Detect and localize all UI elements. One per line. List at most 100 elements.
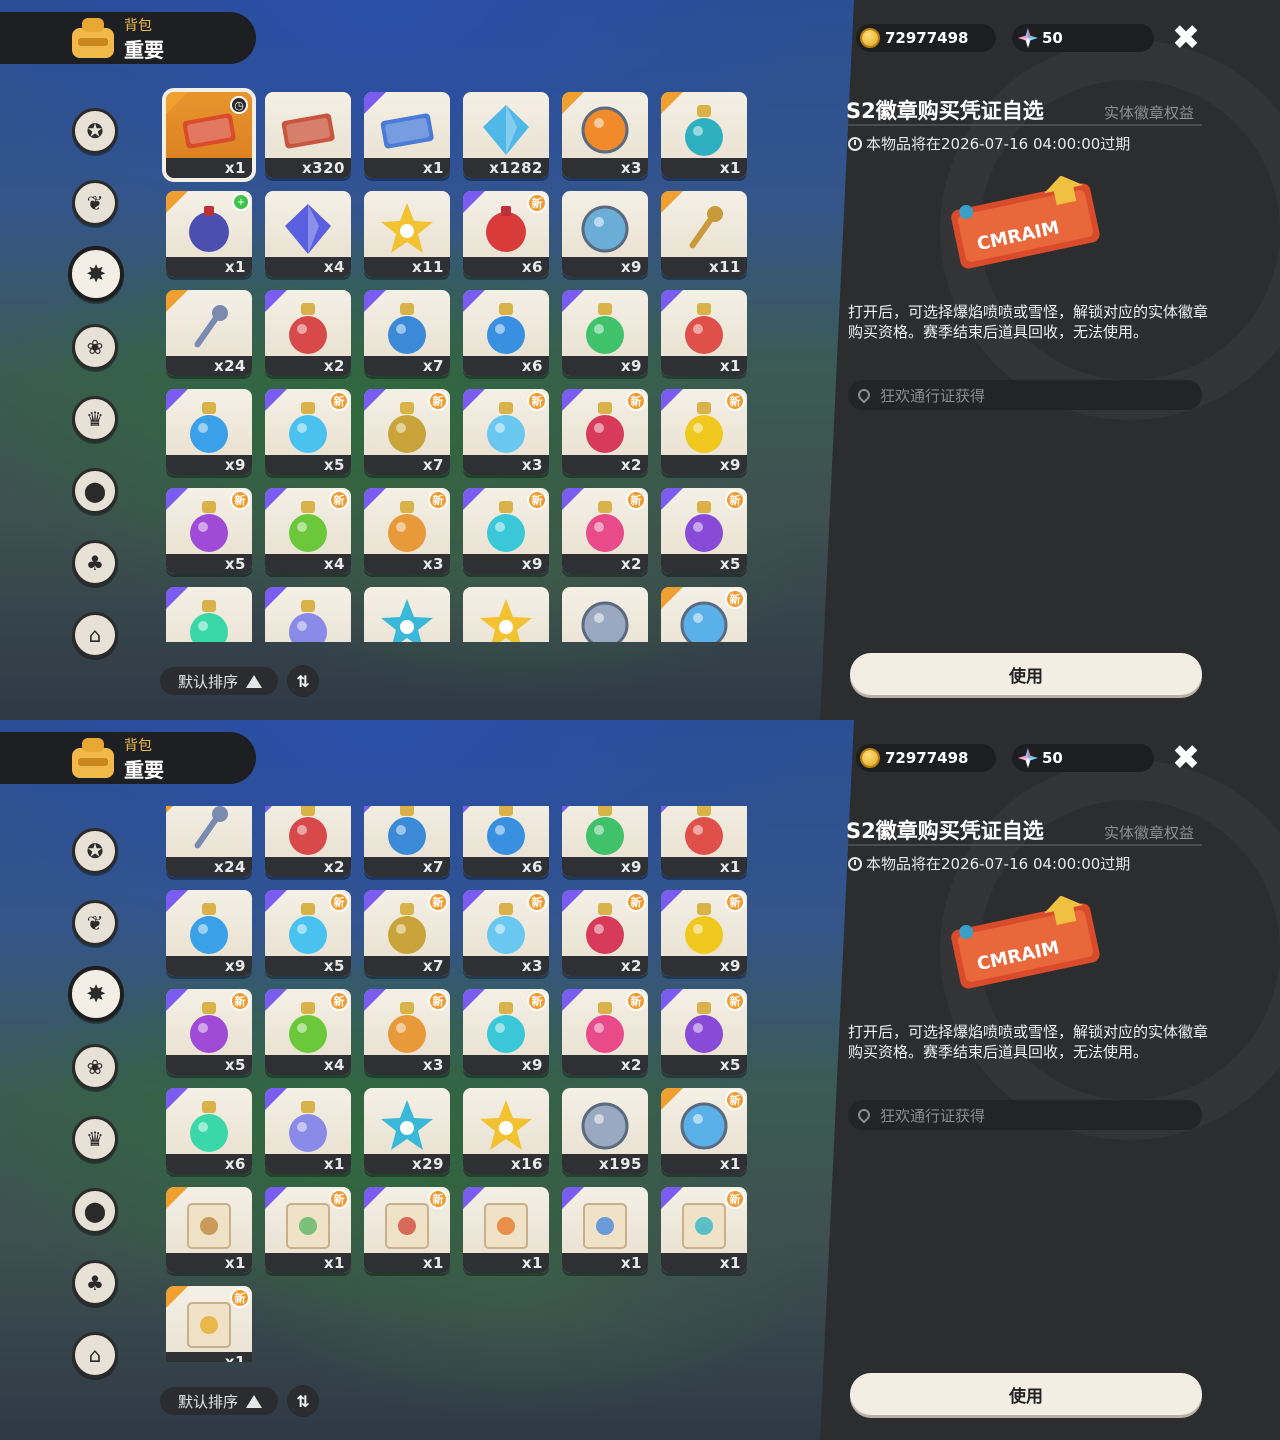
inventory-item[interactable]: x9 新 xyxy=(463,488,549,574)
inventory-item[interactable]: x4 xyxy=(265,191,351,277)
inventory-item[interactable]: x1282 xyxy=(463,92,549,178)
category-important[interactable]: ✸ xyxy=(68,246,124,302)
category-crown-card[interactable]: ♛ xyxy=(72,1116,118,1162)
inventory-item[interactable]: x1 xyxy=(364,92,450,178)
category-leaf[interactable]: ❦ xyxy=(72,900,118,946)
inventory-item[interactable]: x1 xyxy=(265,1088,351,1174)
inventory-item[interactable]: x1 xyxy=(661,806,747,877)
inventory-item[interactable]: x7 新 xyxy=(364,890,450,976)
inventory-item[interactable]: x9 xyxy=(562,290,648,376)
inventory-item[interactable]: x11 xyxy=(364,191,450,277)
inventory-item[interactable]: x2 新 xyxy=(562,989,648,1075)
item-source[interactable]: 狂欢通行证获得 xyxy=(848,1100,1202,1130)
inventory-item[interactable]: x24 xyxy=(166,806,252,877)
use-button[interactable]: 使用 xyxy=(850,653,1202,695)
inventory-item[interactable]: x2 xyxy=(265,290,351,376)
inventory-item[interactable]: x3 xyxy=(562,92,648,178)
item-grid-viewport[interactable]: x1◷x320x1x1282x3x1x1+x4x11x6新x9x11x24x2x… xyxy=(160,86,760,642)
item-source[interactable]: 狂欢通行证获得 xyxy=(848,380,1202,410)
inventory-item[interactable]: x3 新 xyxy=(463,890,549,976)
inventory-item[interactable]: x1 + xyxy=(166,191,252,277)
use-button[interactable]: 使用 xyxy=(850,1373,1202,1415)
inventory-item[interactable]: x2 新 xyxy=(562,389,648,475)
inventory-item[interactable]: x5 新 xyxy=(265,890,351,976)
inventory-item[interactable]: x7 xyxy=(364,806,450,877)
inventory-item[interactable]: x9 新 xyxy=(661,890,747,976)
inventory-item[interactable]: x9 xyxy=(562,806,648,877)
sort-dropdown[interactable]: 默认排序 xyxy=(160,667,278,695)
inventory-item[interactable]: x6 xyxy=(166,1088,252,1174)
inventory-item[interactable]: x1新 xyxy=(661,587,747,642)
inventory-item[interactable]: x29 xyxy=(364,587,450,642)
inventory-item[interactable]: x5 新 xyxy=(661,488,747,574)
inventory-item[interactable]: x5 新 xyxy=(661,989,747,1075)
category-leaf[interactable]: ❦ xyxy=(72,180,118,226)
inventory-item[interactable]: x4 新 xyxy=(265,989,351,1075)
badge-benefit-link[interactable]: 实体徽章权益 xyxy=(1104,102,1195,126)
inventory-item[interactable]: x1 xyxy=(661,92,747,178)
category-important[interactable]: ✸ xyxy=(68,966,124,1022)
inventory-item[interactable]: x1新 xyxy=(661,1187,747,1273)
inventory-item[interactable]: x6 xyxy=(166,587,252,642)
sort-order-toggle[interactable]: ⇅ xyxy=(287,1385,319,1417)
inventory-item[interactable]: x2 xyxy=(265,806,351,877)
inventory-item[interactable]: x9 xyxy=(166,389,252,475)
inventory-item[interactable]: x5 新 xyxy=(265,389,351,475)
category-acorn[interactable]: ♣ xyxy=(72,1260,118,1306)
inventory-item[interactable]: x1 xyxy=(562,1187,648,1273)
inventory-item[interactable]: x5 新 xyxy=(166,989,252,1075)
sort-dropdown[interactable]: 默认排序 xyxy=(160,1387,278,1415)
inventory-item[interactable]: x7 xyxy=(364,290,450,376)
inventory-item[interactable]: x1新 xyxy=(661,1088,747,1174)
inventory-item[interactable]: x6 xyxy=(463,290,549,376)
inventory-item[interactable]: x195 xyxy=(562,587,648,642)
category-crown-card[interactable]: ♛ xyxy=(72,396,118,442)
category-acorn[interactable]: ♣ xyxy=(72,540,118,586)
inventory-item[interactable]: x1 ◷ xyxy=(162,88,256,182)
close-button[interactable]: ✖ xyxy=(1168,18,1204,58)
inventory-item[interactable]: x7 新 xyxy=(364,389,450,475)
inventory-item[interactable]: x4 新 xyxy=(265,488,351,574)
item-grid-viewport[interactable]: x1◷x320x1x1282x3x1x1+x4x11x6新x9x11x24x2x… xyxy=(160,806,760,1362)
inventory-item[interactable]: x3 新 xyxy=(364,488,450,574)
category-ball[interactable]: ⬤ xyxy=(72,468,118,514)
inventory-item[interactable]: x29 xyxy=(364,1088,450,1174)
badge-benefit-link[interactable]: 实体徽章权益 xyxy=(1104,822,1195,846)
category-furniture[interactable]: ⌂ xyxy=(72,1332,118,1378)
category-star-badge[interactable]: ✪ xyxy=(72,828,118,874)
inventory-item[interactable]: x3 新 xyxy=(463,389,549,475)
category-petal[interactable]: ❀ xyxy=(72,324,118,370)
category-furniture[interactable]: ⌂ xyxy=(72,612,118,658)
inventory-item[interactable]: x2 新 xyxy=(562,890,648,976)
close-button[interactable]: ✖ xyxy=(1168,738,1204,778)
inventory-item[interactable]: x6 xyxy=(463,806,549,877)
inventory-item[interactable]: x9 新 xyxy=(463,989,549,1075)
inventory-item[interactable]: x320 xyxy=(265,92,351,178)
inventory-item[interactable]: x6 新 xyxy=(463,191,549,277)
inventory-item[interactable]: x9 新 xyxy=(661,389,747,475)
inventory-item[interactable]: x2 新 xyxy=(562,488,648,574)
inventory-item[interactable]: x16 xyxy=(463,587,549,642)
inventory-item[interactable]: x1新 xyxy=(364,1187,450,1273)
sort-order-toggle[interactable]: ⇅ xyxy=(287,665,319,697)
inventory-item[interactable]: x1新 xyxy=(265,1187,351,1273)
inventory-item[interactable]: x3 新 xyxy=(364,989,450,1075)
inventory-item[interactable]: x1 xyxy=(265,587,351,642)
inventory-item[interactable]: x1 xyxy=(463,1187,549,1273)
inventory-item[interactable]: x9 xyxy=(562,191,648,277)
category-ball[interactable]: ⬤ xyxy=(72,1188,118,1234)
inventory-item[interactable]: x1 xyxy=(661,290,747,376)
inventory-item[interactable]: x16 xyxy=(463,1088,549,1174)
inventory-item[interactable]: x1 xyxy=(166,1187,252,1273)
item-count: x1 xyxy=(422,159,444,177)
inventory-item[interactable]: x11 xyxy=(661,191,747,277)
category-star-badge[interactable]: ✪ xyxy=(72,108,118,154)
inventory-item[interactable]: x195 xyxy=(562,1088,648,1174)
category-petal[interactable]: ❀ xyxy=(72,1044,118,1090)
new-badge: 新 xyxy=(725,1189,745,1209)
inventory-item[interactable]: x24 xyxy=(166,290,252,376)
inventory-item[interactable]: x5 新 xyxy=(166,488,252,574)
inventory-item[interactable]: x9 xyxy=(166,890,252,976)
inventory-item[interactable]: x1新 xyxy=(166,1286,252,1362)
pass-icon xyxy=(380,113,434,149)
